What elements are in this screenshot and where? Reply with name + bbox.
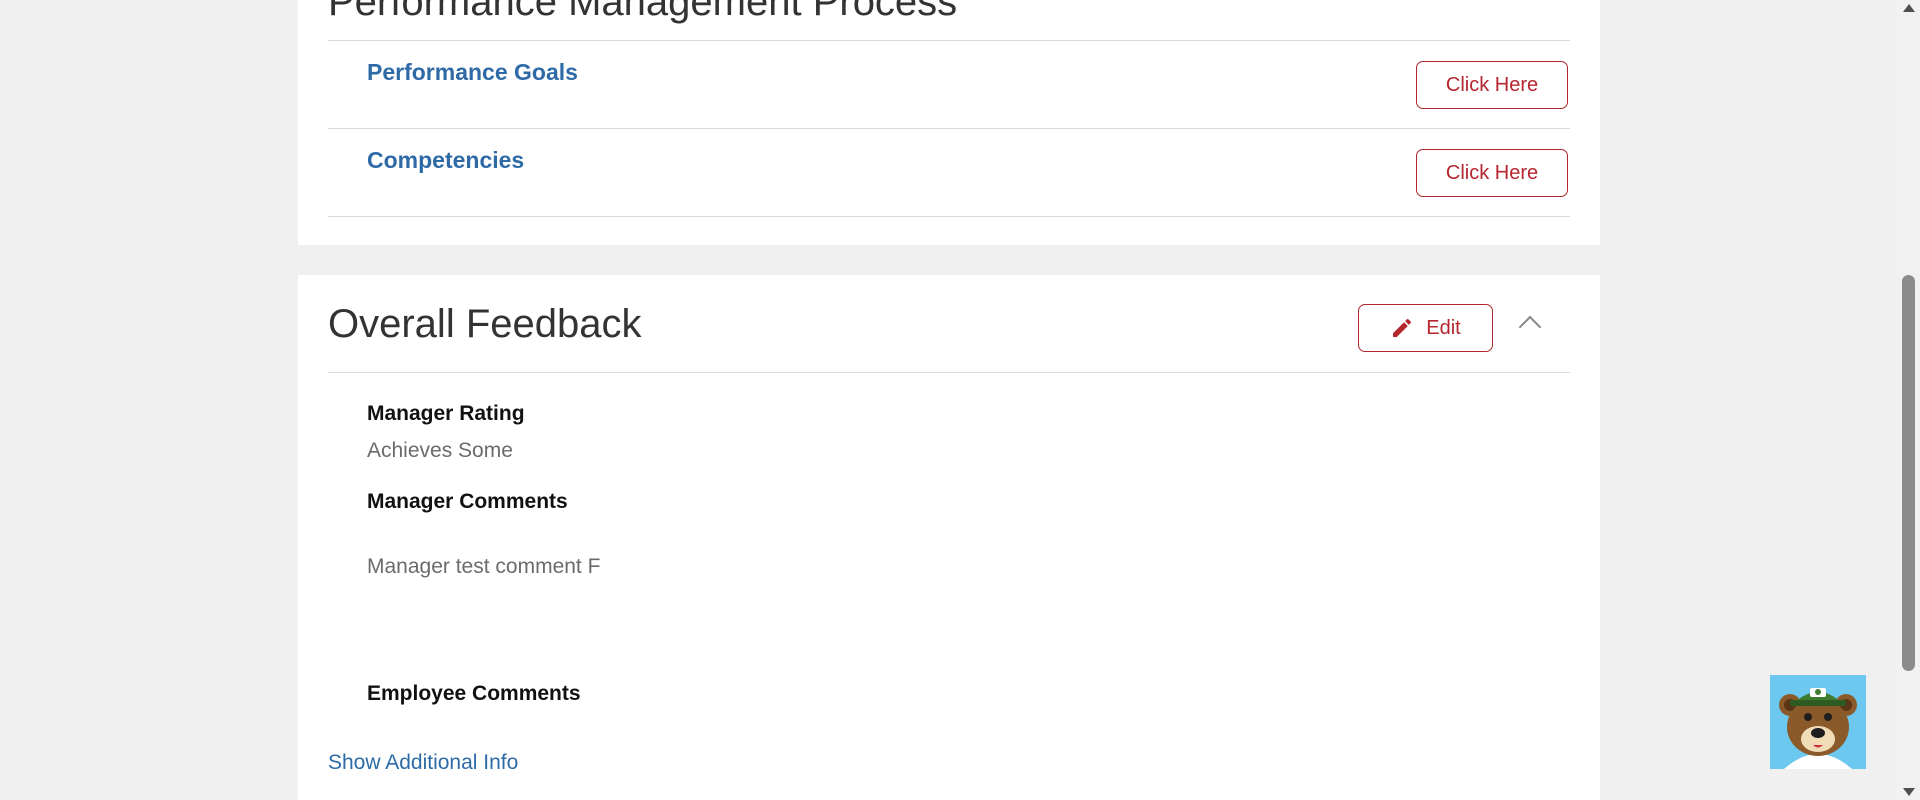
divider [328, 372, 1570, 373]
performance-goals-link[interactable]: Performance Goals [367, 59, 578, 86]
performance-section-title: Performance Management Process [328, 0, 958, 24]
manager-comments-value: Manager test comment F [367, 555, 601, 578]
pencil-icon [1393, 318, 1412, 337]
edit-button[interactable]: Edit [1358, 304, 1493, 352]
overall-feedback-title: Overall Feedback [328, 302, 642, 346]
divider [328, 40, 1570, 41]
manager-rating-label: Manager Rating [367, 402, 525, 425]
competencies-click-here-button[interactable]: Click Here [1416, 149, 1568, 197]
divider [328, 216, 1570, 217]
vertical-scrollbar[interactable] [1898, 0, 1920, 800]
performance-management-card: Performance Management Process Performan… [298, 0, 1600, 245]
manager-comments-label: Manager Comments [367, 490, 568, 513]
scroll-up-arrow-icon[interactable] [1903, 4, 1915, 12]
overall-feedback-card: Overall Feedback Edit Manager Rating Ach… [298, 275, 1600, 800]
edit-button-label: Edit [1426, 316, 1461, 339]
employee-comments-label: Employee Comments [367, 682, 581, 705]
bear-mascot-graphic [1770, 675, 1866, 769]
scroll-down-arrow-icon[interactable] [1903, 788, 1915, 796]
competencies-link[interactable]: Competencies [367, 147, 524, 174]
chevron-up-icon[interactable] [1518, 315, 1542, 339]
collapse-chevron-icon[interactable] [1518, 0, 1542, 9]
manager-rating-value: Achieves Some [367, 439, 513, 462]
bear-mascot-icon[interactable] [1770, 675, 1866, 769]
divider [328, 128, 1570, 129]
performance-goals-click-here-button[interactable]: Click Here [1416, 61, 1568, 109]
show-additional-info-link[interactable]: Show Additional Info [328, 751, 518, 775]
scrollbar-thumb[interactable] [1902, 275, 1915, 671]
